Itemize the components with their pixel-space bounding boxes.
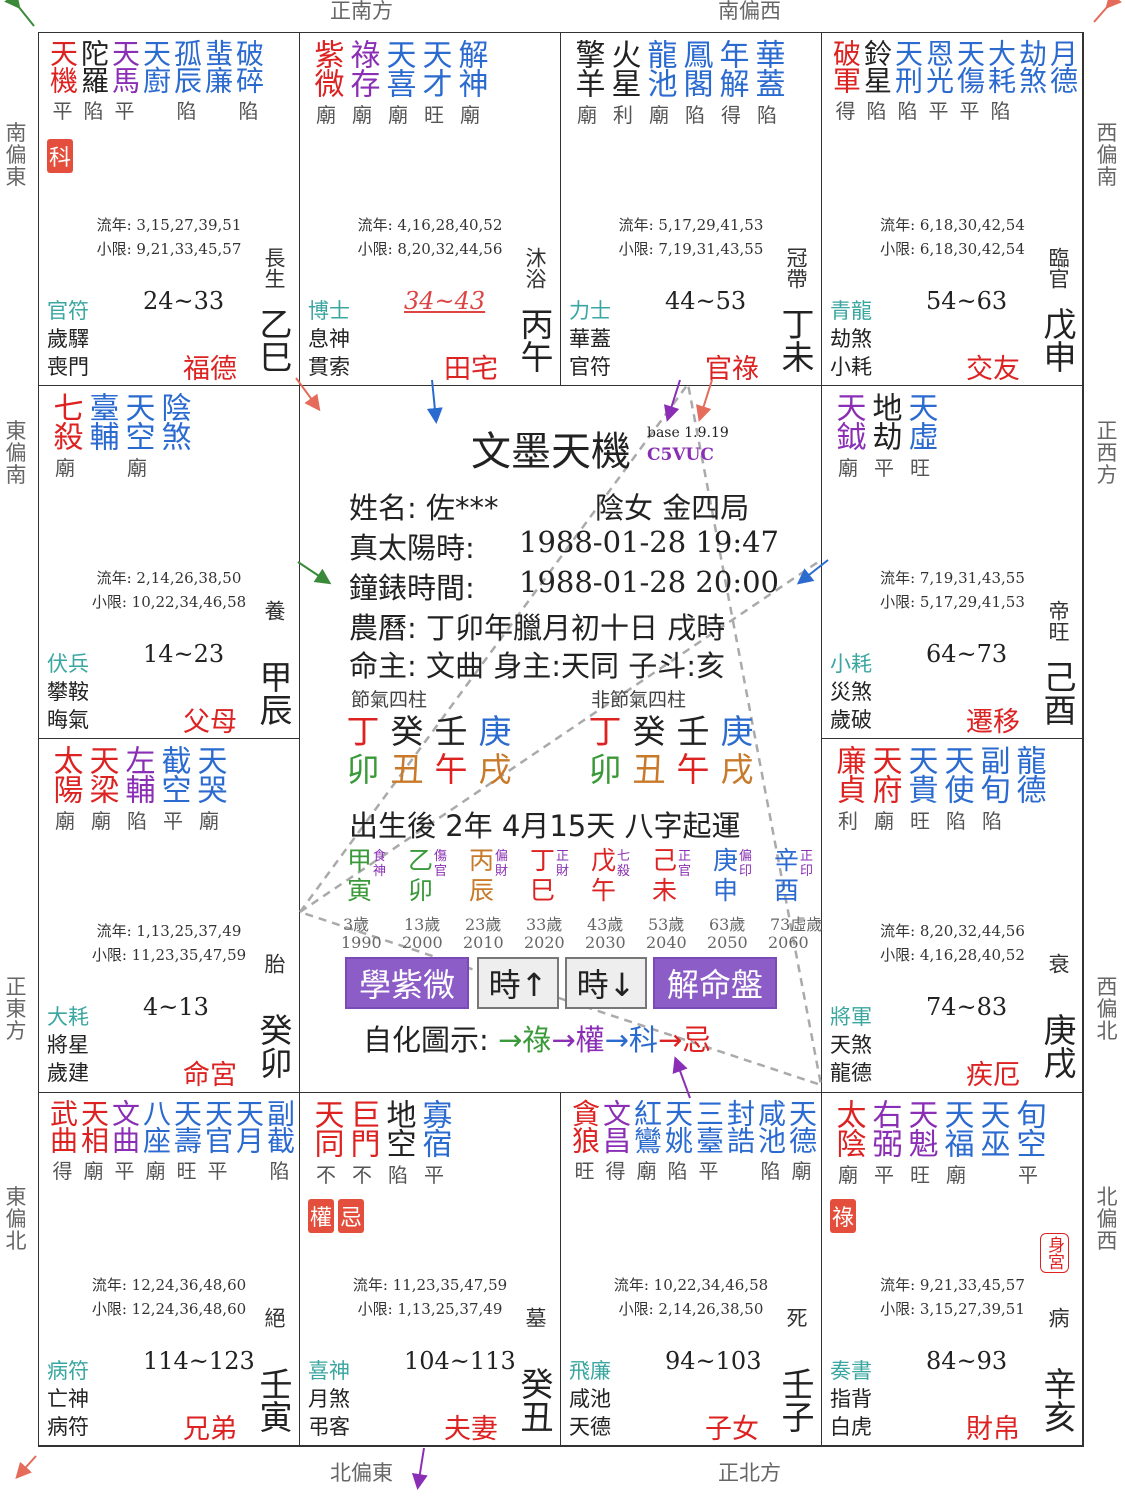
arrow-chou-bottom (411, 1447, 428, 1490)
version-label: base 1.9.19 (647, 425, 729, 441)
dayun-age: 23歲 (465, 915, 502, 934)
center-panel: 文墨天機 base 1.9.19 C5VUC 姓名: 佐*** 陰女 金四局 真… (299, 385, 823, 1092)
chart-code: C5VUC (647, 445, 714, 465)
dayun-gan: 乙 (408, 846, 434, 875)
pillar-gan: 癸 (632, 712, 666, 751)
pillar-gan: 壬 (434, 712, 468, 751)
life-master: 命主: 文曲 身主:天同 子斗:亥 (349, 649, 725, 683)
pillar-gan: 庚 (478, 712, 512, 751)
app-title: 文墨天機 (471, 429, 631, 475)
dayun-zhi: 午 (591, 876, 617, 905)
sihua-legend: 自化圖示: →祿→權→科→忌 (363, 1017, 711, 1059)
gender-bureau: 陰女 金四局 (595, 491, 750, 525)
dayun-gan: 辛 (774, 846, 800, 875)
dayun-zhi: 卯 (408, 876, 434, 905)
pillar-jieqi-1: 癸丑 (387, 713, 427, 789)
legend-quan: →權 (551, 1023, 605, 1057)
dayun-tengod: 正官 (678, 849, 692, 879)
dayun-tengod: 偏財 (495, 849, 509, 879)
dayun-age: 43歲 (587, 915, 624, 934)
dayun-year: 2050 (707, 933, 748, 952)
dayun-age: 63歲 (709, 915, 746, 934)
explain-chart-button[interactable]: 解命盤 (653, 957, 777, 1009)
pillar-zhi: 午 (676, 750, 710, 789)
dayun-zhi: 酉 (774, 876, 800, 905)
dayun-gan: 丁 (530, 846, 556, 875)
dayun-age: 3歲 (343, 915, 370, 934)
pillar-zhi: 戌 (720, 750, 754, 789)
pillar-nonjieqi-2: 壬午 (673, 713, 713, 789)
qiyun-text: 出生後 2年 4月15天 八字起運 (349, 809, 741, 843)
learn-ziwei-button[interactable]: 學紫微 (345, 957, 469, 1009)
pillar-gan: 丁 (588, 712, 622, 751)
dayun-year: 2000 (402, 933, 443, 952)
pillar-jieqi-0: 丁卯 (343, 713, 383, 789)
name-field: 姓名: 佐*** (349, 491, 499, 525)
dayun-age: 53歲 (648, 915, 685, 934)
dayun-tengod: 正財 (556, 849, 570, 879)
hour-down-button[interactable]: 時↓ (565, 957, 647, 1009)
pillar-zhi: 午 (434, 750, 468, 789)
pillar-gan: 癸 (390, 712, 424, 751)
pillar-zhi: 戌 (478, 750, 512, 789)
pillar-jieqi-3: 庚戌 (475, 713, 515, 789)
dayun-gan: 甲 (347, 846, 373, 875)
dayun-age: 13歲 (404, 915, 441, 934)
dayun-gan: 己 (652, 846, 678, 875)
dayun-tengod: 正印 (800, 849, 814, 879)
dayun-zhi: 未 (652, 876, 678, 905)
dayun-year: 2040 (646, 933, 687, 952)
pillar-zhi: 丑 (390, 750, 424, 789)
true-solar-label: 真太陽時: (349, 531, 475, 565)
dayun-zhi: 辰 (469, 876, 495, 905)
hour-up-button[interactable]: 時↑ (477, 957, 559, 1009)
dayun-gan: 丙 (469, 846, 495, 875)
dayun-zhi: 申 (713, 876, 739, 905)
dayun-year: 2030 (585, 933, 626, 952)
corner-arrow-bl (15, 1455, 37, 1479)
dayun-gan: 庚 (713, 846, 739, 875)
jieqi-label: 節氣四柱 (351, 689, 428, 711)
pillar-zhi: 卯 (588, 750, 622, 789)
clock-value: 1988-01-28 20:00 (519, 565, 779, 599)
legend-ji: →忌 (657, 1023, 712, 1057)
dayun-tengod: 食神 (373, 849, 387, 879)
corner-arrow-tr (1093, 0, 1122, 23)
dayun-age: 73虛歲 (770, 915, 823, 934)
legend-lu: →祿 (498, 1023, 552, 1057)
pillar-gan: 丁 (346, 712, 380, 751)
corner-arrow-tl (4, 0, 35, 27)
legend-ke: →科 (604, 1023, 658, 1057)
nonjieqi-label: 非節氣四柱 (591, 689, 687, 711)
pillar-gan: 庚 (720, 712, 754, 751)
true-solar-value: 1988-01-28 19:47 (519, 525, 779, 559)
pillar-nonjieqi-1: 癸丑 (629, 713, 669, 789)
dayun-tengod: 傷官 (434, 849, 448, 879)
dayun-age: 33歲 (526, 915, 563, 934)
dayun-zhi: 寅 (347, 876, 373, 905)
legend-label: 自化圖示: (363, 1023, 489, 1057)
dayun-year: 2060 (768, 933, 809, 952)
dayun-year: 2020 (524, 933, 565, 952)
dayun-zhi: 巳 (530, 876, 556, 905)
dayun-tengod: 七殺 (617, 849, 631, 879)
pillar-jieqi-2: 壬午 (431, 713, 471, 789)
pillar-zhi: 卯 (346, 750, 380, 789)
pillar-zhi: 丑 (632, 750, 666, 789)
pillar-gan: 壬 (676, 712, 710, 751)
dayun-gan: 戊 (591, 846, 617, 875)
dayun-year: 2010 (463, 933, 504, 952)
pillar-nonjieqi-3: 庚戌 (717, 713, 757, 789)
clock-label: 鐘錶時間: (349, 571, 475, 605)
lunar-date: 農曆: 丁卯年臘月初十日 戌時 (349, 611, 726, 645)
pillar-nonjieqi-0: 丁卯 (585, 713, 625, 789)
dayun-year: 1990 (341, 933, 382, 952)
dayun-tengod: 偏印 (739, 849, 753, 879)
